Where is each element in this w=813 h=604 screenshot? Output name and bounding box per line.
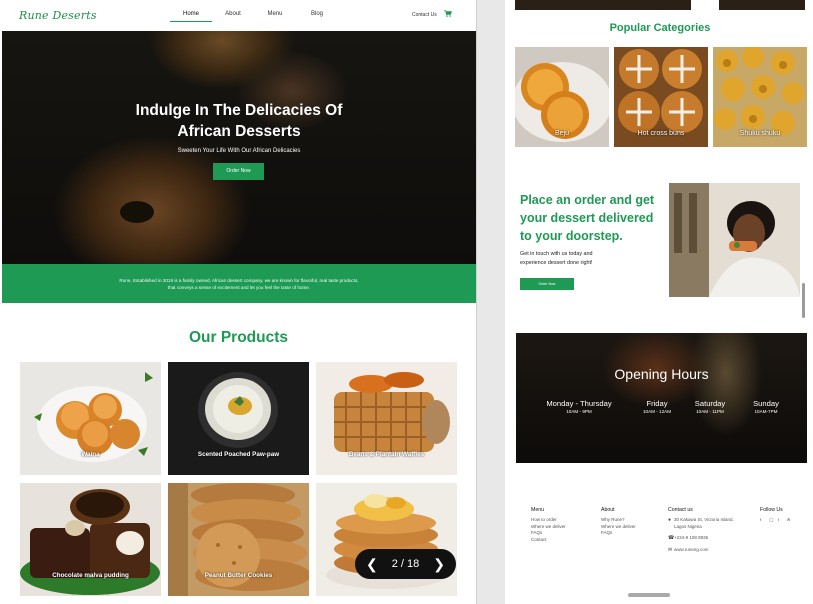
hero-banner: Indulge In The Delicacies Of African Des… xyxy=(2,31,476,264)
hours-saturday: Saturday 10AM - 11PM xyxy=(694,399,726,414)
category-card-shuku-shuku[interactable]: Shuku shuku xyxy=(713,47,807,147)
footer-link[interactable]: Where we deliver xyxy=(601,524,636,531)
footer-link[interactable]: How to order xyxy=(531,517,566,524)
footer-address: ● 30 Kakawa St, Victoria Island, xyxy=(668,516,734,523)
promo-heading: Place an order and get your dessert deli… xyxy=(520,193,655,243)
product-card-cookies[interactable]: Peanut Butter Cookies xyxy=(168,483,309,596)
malva-image xyxy=(20,483,161,596)
vertical-scrollbar[interactable] xyxy=(802,283,805,318)
facebook-icon[interactable]: f xyxy=(760,517,765,522)
twitter-icon[interactable]: t xyxy=(778,517,783,522)
product-card-pawpaw[interactable]: Scented Poached Paw-paw xyxy=(168,362,309,475)
navbar: Rune Deserts Home About Menu Blog Contac… xyxy=(0,0,476,31)
site-footer: Menu How to order Where we deliver FAQs … xyxy=(505,500,813,604)
pawpaw-image xyxy=(168,362,309,475)
hero-title: Indulge In The Delicacies Of African Des… xyxy=(135,102,343,140)
nav-home[interactable]: Home xyxy=(170,11,212,22)
hero-order-now-button[interactable]: Order Now xyxy=(213,163,264,180)
product-card-waina[interactable]: Waina xyxy=(20,362,161,475)
promo-text: Get in touch with us today and experienc… xyxy=(520,251,593,266)
waina-image xyxy=(20,362,161,475)
opening-hours-section: Opening Hours Monday - Thursday 10AM - 9… xyxy=(516,333,807,463)
left-page: Rune Deserts Home About Menu Blog Contac… xyxy=(0,0,477,604)
image-pager: ❮ 2 / 18 ❯ xyxy=(355,549,456,579)
nav-contact-us[interactable]: Contact Us xyxy=(412,12,437,18)
category-label: Shuku shuku xyxy=(739,130,781,137)
footer-menu-column: Menu How to order Where we deliver FAQs … xyxy=(531,507,566,544)
previous-section-image xyxy=(515,0,691,10)
instagram-icon[interactable]: ◯ xyxy=(769,517,774,522)
footer-phone[interactable]: ☎+234-9 108 8936 xyxy=(668,535,734,542)
footer-email[interactable]: ✉ www.runeng.com xyxy=(668,547,734,554)
nav-blog[interactable]: Blog xyxy=(296,11,338,22)
product-card-malva[interactable]: Chocolate malva pudding xyxy=(20,483,161,596)
about-text-line2: that conveys a sense of excitement and l… xyxy=(167,285,311,290)
chevron-left-icon[interactable]: ❮ xyxy=(366,557,378,571)
footer-link[interactable]: FAQs xyxy=(601,530,636,537)
nav-links: Home About Menu Blog xyxy=(170,11,338,22)
product-card-pancakes[interactable] xyxy=(316,483,457,596)
category-card-beju[interactable]: Beju xyxy=(515,47,609,147)
footer-link[interactable]: FAQs xyxy=(531,530,566,537)
footer-about-column: About Why Rune? Where we deliver FAQs xyxy=(601,507,636,537)
nav-about[interactable]: About xyxy=(212,11,254,22)
split-view: Rune Deserts Home About Menu Blog Contac… xyxy=(0,0,813,604)
chevron-right-icon[interactable]: ❯ xyxy=(433,557,445,571)
hours-sunday: Sunday 10AM-7PM xyxy=(753,399,779,414)
categories-heading: Popular Categories xyxy=(609,22,711,34)
product-card-waffles[interactable]: Beans & Plantain Waffles xyxy=(316,362,457,475)
brand-logo[interactable]: Rune Deserts xyxy=(19,9,97,22)
right-page: Popular Categories Beju Hot cross buns S… xyxy=(505,0,813,604)
product-label: Waina xyxy=(81,451,100,458)
products-heading: Our Products xyxy=(188,329,289,346)
category-label: Hot cross buns xyxy=(637,130,685,137)
footer-follow-column: Follow Us f ◯ t ✉ xyxy=(760,507,792,522)
email-icon[interactable]: ✉ xyxy=(787,517,792,522)
about-text-line1: Rune, Established in 2019 is a family ow… xyxy=(119,278,359,283)
hours-monday-thursday: Monday - Thursday 10AM - 9PM xyxy=(546,399,612,414)
about-band: Rune, Established in 2019 is a family ow… xyxy=(2,264,476,303)
footer-link[interactable]: Where we deliver xyxy=(531,524,566,531)
previous-section-image xyxy=(719,0,805,10)
hours-friday: Friday 10AM - 12AM xyxy=(642,399,672,414)
footer-link[interactable]: Contact xyxy=(531,537,566,544)
opening-hours-title: Opening Hours xyxy=(614,366,709,382)
woman-eating-image xyxy=(669,183,800,297)
waffles-image xyxy=(316,362,457,475)
cookies-image xyxy=(168,483,309,596)
hero-doughnut-image xyxy=(120,201,154,223)
category-card-hot-cross-buns[interactable]: Hot cross buns xyxy=(614,47,708,147)
product-label: Chocolate malva pudding xyxy=(52,572,129,579)
promo-order-now-button[interactable]: Order Now xyxy=(520,278,574,290)
category-label: Beju xyxy=(554,130,569,137)
product-label: Beans & Plantain Waffles xyxy=(348,451,425,458)
product-label: Peanut Butter Cookies xyxy=(204,572,273,579)
nav-menu[interactable]: Menu xyxy=(254,11,296,22)
footer-contact-column: Contact us ● 30 Kakawa St, Victoria Islan… xyxy=(668,507,734,554)
cart-icon[interactable] xyxy=(444,10,452,17)
product-label: Scented Poached Paw-paw xyxy=(197,451,280,458)
window-resize-handle[interactable] xyxy=(628,593,670,597)
hero-subtitle: Sweeten Your Life With Our African Delic… xyxy=(177,148,301,154)
pancakes-image xyxy=(316,483,457,596)
pager-count: 2 / 18 xyxy=(391,558,420,570)
footer-link[interactable]: Why Rune? xyxy=(601,517,636,524)
